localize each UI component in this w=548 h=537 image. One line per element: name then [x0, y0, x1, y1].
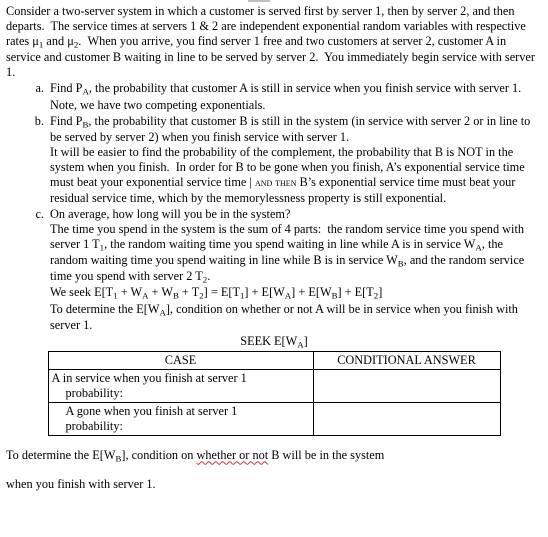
intro-paragraph: Consider a two-server system in which a …	[0, 0, 548, 80]
case-1-line-2: probability:	[65, 386, 123, 401]
stray-vertical-bar: |	[249, 174, 252, 189]
seek-table: CASE CONDITIONAL ANSWER A in service whe…	[47, 351, 501, 437]
part-c-body: On average, how long will you be in the …	[50, 207, 548, 333]
part-a: a. Find PA, the probability that custome…	[28, 81, 548, 112]
table-title: SEEK E[WA]	[240, 333, 308, 350]
answer-cell-2	[312, 402, 501, 437]
header-conditional-answer: CONDITIONAL ANSWER	[312, 351, 501, 371]
case-2-line-2: probability:	[65, 419, 123, 434]
part-c: c. On average, how long will you be in t…	[28, 207, 548, 333]
case-1-line-1: A in service when you finish at server 1	[51, 371, 247, 386]
part-b-body: Find PB, the probability that customer B…	[50, 114, 548, 206]
spellcheck-underline-text: whether or not	[196, 448, 269, 463]
part-a-body: Find PA, the probability that customer A…	[50, 81, 548, 112]
scan-artifact	[248, 0, 270, 2]
part-a-marker: a.	[35, 81, 44, 96]
part-b-line-2: It will be easier to find the probabilit…	[50, 144, 525, 205]
and-then-smallcaps: and then	[254, 176, 297, 189]
part-b: b. Find PB, the probability that custome…	[28, 114, 548, 206]
closing-paragraph: To determine the E[WB], condition on whe…	[0, 448, 548, 492]
header-case: CASE	[47, 351, 314, 371]
table-header-row: CASE CONDITIONAL ANSWER	[47, 351, 501, 371]
answer-cell-1	[312, 369, 501, 404]
part-b-line-1: Find PB, the probability that customer B…	[50, 113, 531, 144]
closing-line-1: To determine the E[WB], condition on whe…	[6, 448, 385, 464]
case-cell-2: A gone when you finish at server 1 proba…	[47, 402, 314, 437]
part-a-line-1: Find PA, the probability that customer A…	[50, 81, 525, 112]
part-c-marker: c.	[35, 206, 44, 221]
case-cell-1: A in service when you finish at server 1…	[47, 369, 314, 404]
document-page: Consider a two-server system in which a …	[0, 0, 548, 537]
part-c-line-2: The time you spend in the system is the …	[50, 221, 525, 285]
table-row: A gone when you finish at server 1 proba…	[47, 402, 501, 437]
case-2-line-1: A gone when you finish at server 1	[65, 404, 238, 419]
part-b-marker: b.	[34, 113, 44, 128]
closing-line-2: when you finish with server 1.	[6, 476, 156, 491]
part-c-line-1: On average, how long will you be in the …	[50, 206, 291, 221]
table-row: A in service when you finish at server 1…	[47, 369, 501, 404]
intro-text: Consider a two-server system in which a …	[6, 4, 535, 80]
part-c-line-4: To determine the E[WA], condition on whe…	[50, 301, 518, 332]
problem-parts-list: a. Find PA, the probability that custome…	[0, 81, 548, 333]
part-c-line-3: We seek E[T1 + WA + WB + T2] = E[T1] + E…	[50, 285, 383, 301]
